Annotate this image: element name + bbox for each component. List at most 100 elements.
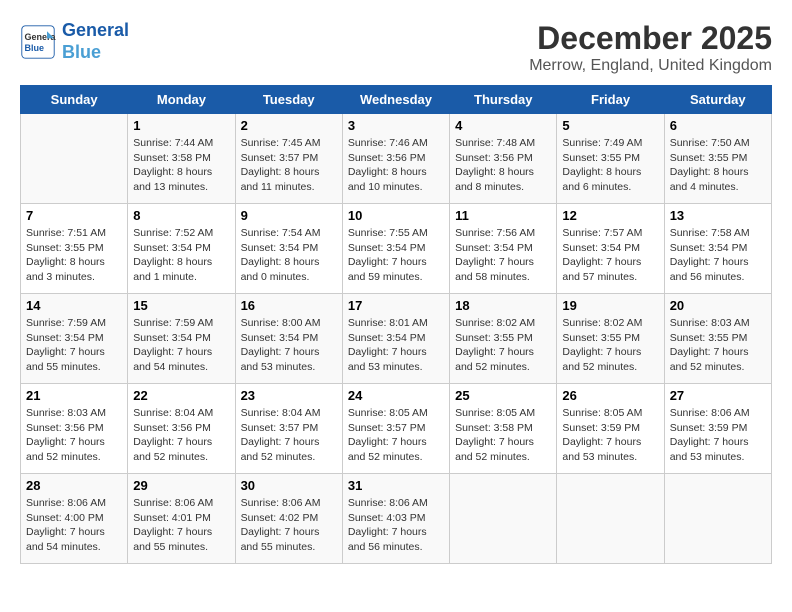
day-info: Sunrise: 7:59 AMSunset: 3:54 PMDaylight:… <box>26 316 122 375</box>
day-info: Sunrise: 7:46 AMSunset: 3:56 PMDaylight:… <box>348 136 444 195</box>
day-number: 20 <box>670 298 766 313</box>
day-number: 19 <box>562 298 658 313</box>
weekday-header-thursday: Thursday <box>450 86 557 114</box>
calendar-cell: 8Sunrise: 7:52 AMSunset: 3:54 PMDaylight… <box>128 204 235 294</box>
svg-text:Blue: Blue <box>25 43 45 53</box>
calendar-cell: 23Sunrise: 8:04 AMSunset: 3:57 PMDayligh… <box>235 384 342 474</box>
day-number: 14 <box>26 298 122 313</box>
calendar-cell: 12Sunrise: 7:57 AMSunset: 3:54 PMDayligh… <box>557 204 664 294</box>
calendar-cell: 15 Sunrise: 7:59 AMSunset: 3:54 PMDayligh… <box>128 294 235 384</box>
day-number: 6 <box>670 118 766 133</box>
day-info: Sunrise: 8:00 AMSunset: 3:54 PMDaylight:… <box>241 316 337 375</box>
day-info: Sunrise: 7:55 AMSunset: 3:54 PMDaylight:… <box>348 226 444 285</box>
day-number: 25 <box>455 388 551 403</box>
location-title: Merrow, England, United Kingdom <box>529 57 772 75</box>
calendar-cell: 5 Sunrise: 7:49 AMSunset: 3:55 PMDaylight… <box>557 114 664 204</box>
day-info: Sunrise: 7:54 AMSunset: 3:54 PMDaylight:… <box>241 226 337 285</box>
calendar-cell: 4 Sunrise: 7:48 AMSunset: 3:56 PMDaylight… <box>450 114 557 204</box>
day-number: 17 <box>348 298 444 313</box>
day-number: 1 <box>133 118 229 133</box>
calendar-cell: 10 Sunrise: 7:55 AMSunset: 3:54 PMDayligh… <box>342 204 449 294</box>
day-number: 4 <box>455 118 551 133</box>
calendar-cell: 14 Sunrise: 7:59 AMSunset: 3:54 PMDayligh… <box>21 294 128 384</box>
day-number: 13 <box>670 208 766 223</box>
title-area: December 2025 Merrow, England, United Ki… <box>529 20 772 75</box>
day-info: Sunrise: 7:45 AMSunset: 3:57 PMDaylight:… <box>241 136 337 195</box>
calendar-cell: 21 Sunrise: 8:03 AMSunset: 3:56 PMDayligh… <box>21 384 128 474</box>
day-info: Sunrise: 8:06 AMSunset: 4:03 PMDaylight:… <box>348 496 444 555</box>
calendar-cell: 9 Sunrise: 7:54 AMSunset: 3:54 PMDaylight… <box>235 204 342 294</box>
day-info: Sunrise: 8:06 AMSunset: 4:01 PMDaylight:… <box>133 496 229 555</box>
day-number: 11 <box>455 208 551 223</box>
day-number: 15 <box>133 298 229 313</box>
calendar-cell: 26 Sunrise: 8:05 AMSunset: 3:59 PMDayligh… <box>557 384 664 474</box>
day-info: Sunrise: 8:06 AMSunset: 4:00 PMDaylight:… <box>26 496 122 555</box>
logo-text: GeneralBlue <box>62 20 129 63</box>
calendar-week-1: 1 Sunrise: 7:44 AMSunset: 3:58 PMDaylight… <box>21 114 772 204</box>
calendar-cell: 22Sunrise: 8:04 AMSunset: 3:56 PMDayligh… <box>128 384 235 474</box>
month-title: December 2025 <box>529 20 772 57</box>
calendar-week-3: 14 Sunrise: 7:59 AMSunset: 3:54 PMDayligh… <box>21 294 772 384</box>
weekday-header-tuesday: Tuesday <box>235 86 342 114</box>
calendar-cell: 7Sunrise: 7:51 AMSunset: 3:55 PMDaylight… <box>21 204 128 294</box>
logo: General Blue GeneralBlue <box>20 20 129 63</box>
weekday-header-friday: Friday <box>557 86 664 114</box>
calendar-week-4: 21 Sunrise: 8:03 AMSunset: 3:56 PMDayligh… <box>21 384 772 474</box>
calendar-cell: 19 Sunrise: 8:02 AMSunset: 3:55 PMDayligh… <box>557 294 664 384</box>
day-number: 31 <box>348 478 444 493</box>
day-number: 3 <box>348 118 444 133</box>
day-info: Sunrise: 7:56 AMSunset: 3:54 PMDaylight:… <box>455 226 551 285</box>
calendar-cell <box>557 474 664 564</box>
day-number: 10 <box>348 208 444 223</box>
day-info: Sunrise: 7:58 AMSunset: 3:54 PMDaylight:… <box>670 226 766 285</box>
weekday-header-wednesday: Wednesday <box>342 86 449 114</box>
day-info: Sunrise: 8:06 AMSunset: 4:02 PMDaylight:… <box>241 496 337 555</box>
calendar-cell: 20Sunrise: 8:03 AMSunset: 3:55 PMDayligh… <box>664 294 771 384</box>
day-info: Sunrise: 7:48 AMSunset: 3:56 PMDaylight:… <box>455 136 551 195</box>
day-number: 24 <box>348 388 444 403</box>
day-info: Sunrise: 7:59 AMSunset: 3:54 PMDaylight:… <box>133 316 229 375</box>
day-info: Sunrise: 7:44 AMSunset: 3:58 PMDaylight:… <box>133 136 229 195</box>
day-number: 26 <box>562 388 658 403</box>
day-info: Sunrise: 8:02 AMSunset: 3:55 PMDaylight:… <box>455 316 551 375</box>
calendar-cell: 30 Sunrise: 8:06 AMSunset: 4:02 PMDayligh… <box>235 474 342 564</box>
calendar-cell <box>664 474 771 564</box>
day-info: Sunrise: 8:02 AMSunset: 3:55 PMDaylight:… <box>562 316 658 375</box>
calendar-week-5: 28 Sunrise: 8:06 AMSunset: 4:00 PMDayligh… <box>21 474 772 564</box>
calendar-cell: 25 Sunrise: 8:05 AMSunset: 3:58 PMDayligh… <box>450 384 557 474</box>
day-number: 9 <box>241 208 337 223</box>
calendar-cell: 27 Sunrise: 8:06 AMSunset: 3:59 PMDayligh… <box>664 384 771 474</box>
day-number: 18 <box>455 298 551 313</box>
weekday-header-monday: Monday <box>128 86 235 114</box>
calendar-cell: 16 Sunrise: 8:00 AMSunset: 3:54 PMDayligh… <box>235 294 342 384</box>
day-number: 23 <box>241 388 337 403</box>
day-info: Sunrise: 7:52 AMSunset: 3:54 PMDaylight:… <box>133 226 229 285</box>
day-info: Sunrise: 8:01 AMSunset: 3:54 PMDaylight:… <box>348 316 444 375</box>
calendar-cell <box>450 474 557 564</box>
day-info: Sunrise: 8:05 AMSunset: 3:59 PMDaylight:… <box>562 406 658 465</box>
calendar-week-2: 7Sunrise: 7:51 AMSunset: 3:55 PMDaylight… <box>21 204 772 294</box>
day-info: Sunrise: 8:06 AMSunset: 3:59 PMDaylight:… <box>670 406 766 465</box>
day-number: 12 <box>562 208 658 223</box>
day-number: 28 <box>26 478 122 493</box>
calendar-cell: 3 Sunrise: 7:46 AMSunset: 3:56 PMDaylight… <box>342 114 449 204</box>
day-number: 27 <box>670 388 766 403</box>
day-info: Sunrise: 8:05 AMSunset: 3:57 PMDaylight:… <box>348 406 444 465</box>
day-number: 7 <box>26 208 122 223</box>
day-info: Sunrise: 7:49 AMSunset: 3:55 PMDaylight:… <box>562 136 658 195</box>
day-number: 16 <box>241 298 337 313</box>
calendar-cell: 29Sunrise: 8:06 AMSunset: 4:01 PMDayligh… <box>128 474 235 564</box>
weekday-header-sunday: Sunday <box>21 86 128 114</box>
calendar-cell: 11 Sunrise: 7:56 AMSunset: 3:54 PMDayligh… <box>450 204 557 294</box>
day-number: 21 <box>26 388 122 403</box>
calendar-cell: 6 Sunrise: 7:50 AMSunset: 3:55 PMDaylight… <box>664 114 771 204</box>
day-info: Sunrise: 8:05 AMSunset: 3:58 PMDaylight:… <box>455 406 551 465</box>
day-info: Sunrise: 8:03 AMSunset: 3:56 PMDaylight:… <box>26 406 122 465</box>
calendar-cell: 17 Sunrise: 8:01 AMSunset: 3:54 PMDayligh… <box>342 294 449 384</box>
calendar-cell: 2Sunrise: 7:45 AMSunset: 3:57 PMDaylight… <box>235 114 342 204</box>
calendar-table: SundayMondayTuesdayWednesdayThursdayFrid… <box>20 85 772 564</box>
day-info: Sunrise: 7:50 AMSunset: 3:55 PMDaylight:… <box>670 136 766 195</box>
day-number: 5 <box>562 118 658 133</box>
day-number: 30 <box>241 478 337 493</box>
calendar-cell: 31 Sunrise: 8:06 AMSunset: 4:03 PMDayligh… <box>342 474 449 564</box>
